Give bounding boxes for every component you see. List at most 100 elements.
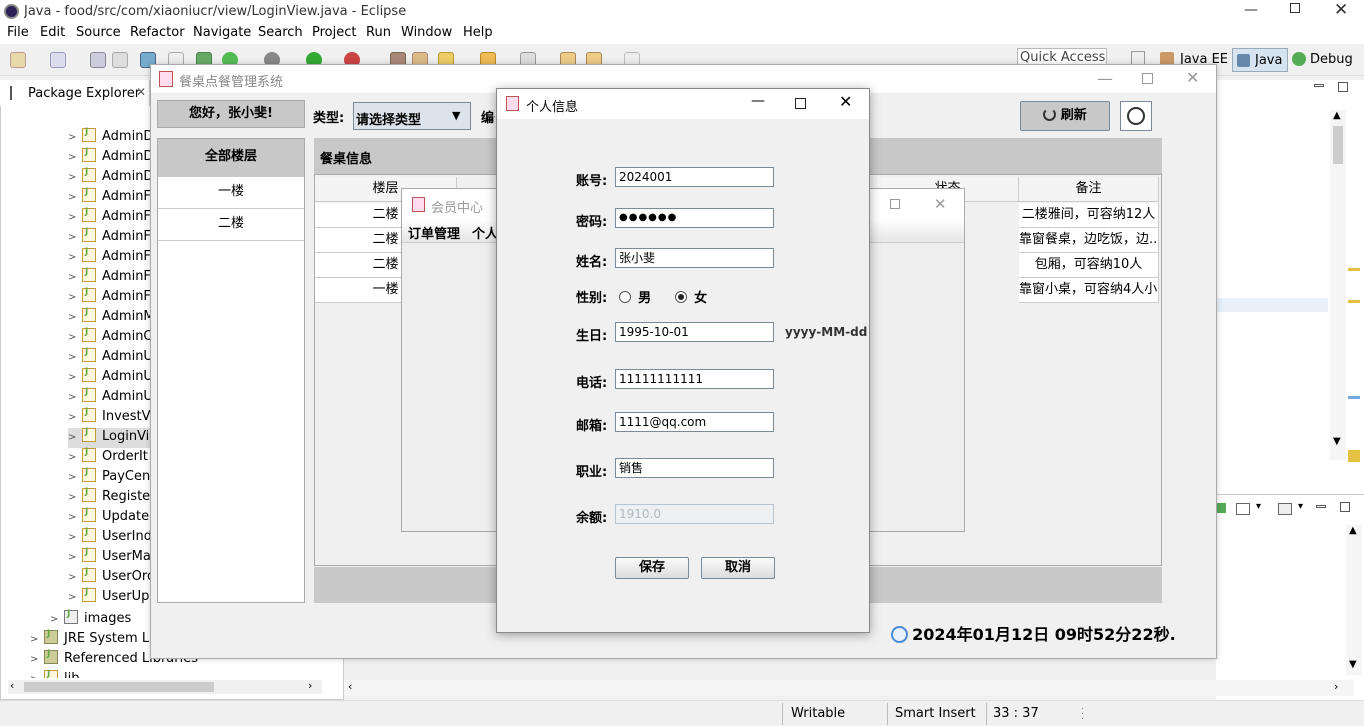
column-header-note[interactable]: 备注 [1019,177,1159,202]
tree-item[interactable]: >AdminFl [68,207,155,228]
chevron-down-icon[interactable]: ▾ [1298,501,1303,512]
save-button[interactable]: 保存 [615,557,689,579]
tree-item[interactable]: >OrderIt [68,447,148,468]
chevron-down-icon[interactable]: ▾ [1256,501,1261,512]
scroll-right-icon[interactable]: › [308,679,312,692]
menu-navigate[interactable]: Navigate [193,25,251,40]
refresh-button[interactable]: 刷新 [1020,101,1110,131]
account-input[interactable]: 2024001 [615,167,774,187]
type-select[interactable]: 请选择类型 ▼ [353,102,471,130]
table-cell-note[interactable]: 包厢，可容纳10人 [1019,253,1159,278]
tree-item-lib[interactable]: >lib [30,670,79,678]
tree-item[interactable]: >UserMa [68,547,151,568]
tree-item[interactable]: >AdminFo [68,287,158,308]
job-input[interactable]: 销售 [615,458,774,478]
menu-order-management[interactable]: 订单管理 [408,223,460,242]
menu-window[interactable]: Window [401,25,452,40]
tree-item-images[interactable]: >images [50,609,131,630]
floor-all[interactable]: 全部楼层 [158,139,304,177]
maximize-view-icon[interactable] [1340,502,1350,512]
tree-item[interactable]: >UserInd [68,527,152,548]
minimize-icon[interactable]: — [1244,2,1258,18]
tree-item-selected[interactable]: >LoginVi [68,427,158,448]
menu-help[interactable]: Help [463,25,493,40]
close-icon[interactable]: ✕ [1334,0,1348,20]
gender-male-radio[interactable]: 男 [619,287,651,306]
close-icon[interactable]: ✕ [1186,68,1199,87]
scroll-thumb[interactable] [1333,126,1343,164]
scroll-left-icon[interactable]: ‹ [348,680,352,693]
editor-hscrollbar[interactable]: ‹ › [344,680,1354,696]
menu-source[interactable]: Source [76,25,121,40]
scroll-thumb[interactable] [24,682,214,692]
email-input[interactable]: 1111@qq.com [615,412,774,432]
floor-second[interactable]: 二楼 [158,209,304,241]
maximize-icon[interactable] [795,98,806,109]
tree-item[interactable]: >UserOrd [68,567,155,588]
restore-icon[interactable] [1290,3,1300,13]
tree-item[interactable]: >Registe [68,487,150,508]
tree-item[interactable]: >AdminD [68,147,153,168]
minimize-view-icon[interactable] [1316,505,1326,508]
menu-file[interactable]: File [7,25,29,40]
scroll-down-icon[interactable]: ▼ [1333,436,1341,447]
table-cell-note[interactable]: 靠窗小桌，可容纳4人小... [1019,278,1159,303]
scroll-right-icon[interactable]: › [1334,680,1338,693]
maximize-icon[interactable] [890,199,900,209]
tree-item[interactable]: >AdminO [68,327,154,348]
perspective-open-icon[interactable] [1131,51,1145,65]
maximize-view-icon[interactable] [1338,82,1348,92]
scroll-down-icon[interactable]: ▼ [1349,659,1357,670]
perspective-java-tab[interactable]: Java [1232,48,1288,72]
display-selected-icon[interactable] [1236,503,1250,515]
cancel-button[interactable]: 取消 [701,557,775,579]
tree-item[interactable]: >AdminFl [68,187,155,208]
minimize-view-icon[interactable] [1314,84,1324,87]
scroll-up-icon[interactable]: ▲ [1349,525,1357,536]
scroll-left-icon[interactable]: ‹ [10,679,14,692]
minimize-icon[interactable]: — [751,93,765,109]
close-tab-icon[interactable]: ✕ [136,85,146,99]
pin-icon[interactable] [1216,503,1226,513]
menu-search[interactable]: Search [258,25,303,40]
tree-item-jre[interactable]: >JRE System Lib [30,629,161,650]
package-explorer-tab[interactable]: Package Explorer ✕ [0,80,150,106]
menu-run[interactable]: Run [366,25,391,40]
console-vscrollbar[interactable]: ▲ ▼ [1346,525,1362,675]
open-console-icon[interactable] [1278,503,1292,515]
menu-personal[interactable]: 个人 [472,223,498,242]
menu-project[interactable]: Project [312,25,356,40]
save-all-icon[interactable] [112,52,128,68]
tree-item[interactable]: >AdminD [68,127,153,148]
tree-item[interactable]: >AdminFo [68,267,158,288]
pkg-hscrollbar[interactable]: ‹ › [8,679,322,694]
birthday-input[interactable]: 1995-10-01 [615,322,774,342]
table-cell-note[interactable]: 二楼雅间，可容纳12人 [1019,203,1159,228]
tree-item[interactable]: >Update [68,507,149,528]
password-input[interactable]: ●●●●●● [615,208,774,228]
minimize-icon[interactable]: — [1097,69,1113,88]
save-icon[interactable] [90,52,106,68]
floor-first[interactable]: 一楼 [158,177,304,209]
tree-item[interactable]: >AdminM [68,307,155,328]
tree-item[interactable]: >AdminFo [68,247,158,268]
tree-item[interactable]: >AdminU [68,347,153,368]
editor-vscrollbar[interactable]: ▲ ▼ [1330,110,1346,460]
menu-refactor[interactable]: Refactor [130,25,185,40]
phone-input[interactable]: 11111111111 [615,369,774,389]
scroll-up-icon[interactable]: ▲ [1333,110,1341,121]
tree-item[interactable]: >PayCent [68,467,155,488]
perspective-debug[interactable]: Debug [1310,52,1353,67]
gender-female-radio[interactable]: 女 [675,287,707,306]
close-icon[interactable]: ✕ [934,195,947,213]
tree-item[interactable]: >InvestVi [68,407,154,428]
tree-item[interactable]: >AdminD [68,167,153,188]
new-icon[interactable] [10,52,26,68]
table-cell-note[interactable]: 靠窗餐桌，边吃饭，边... [1019,228,1159,253]
tree-item[interactable]: >UserUp [68,587,149,608]
close-icon[interactable]: ✕ [839,92,852,111]
maximize-icon[interactable] [1142,73,1153,84]
name-input[interactable]: 张小斐 [615,248,774,268]
tree-item[interactable]: >AdminFl [68,227,155,248]
menu-edit[interactable]: Edit [40,25,65,40]
